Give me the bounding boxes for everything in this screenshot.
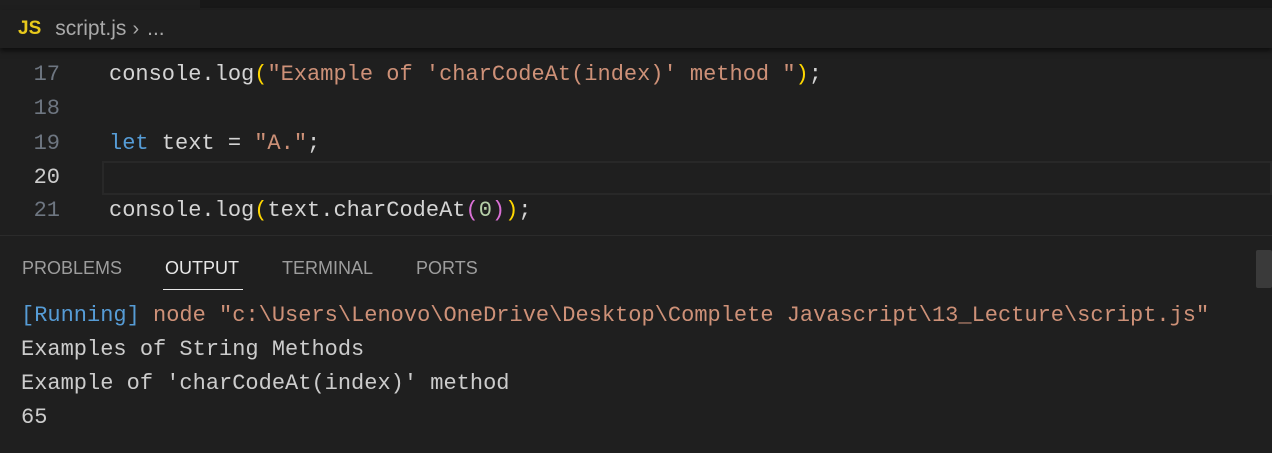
output-line: Example of 'charCodeAt(index)' method — [21, 371, 510, 396]
code-line-current: 20 — [0, 161, 1272, 195]
line-number: 21 — [33, 198, 60, 223]
tab-ports[interactable]: PORTS — [416, 258, 478, 290]
line-number: 18 — [33, 96, 60, 121]
line-number: 19 — [33, 131, 60, 156]
bracket: ) — [795, 62, 809, 87]
javascript-file-icon: JS — [18, 18, 42, 39]
code-line: 21 console.log(text.charCodeAt(0)); — [0, 194, 1272, 228]
panel-tabs: PROBLEMS OUTPUT TERMINAL PORTS — [22, 258, 521, 290]
number-literal: 0 — [478, 198, 492, 223]
bracket: ( — [465, 198, 479, 223]
chevron-right-icon: › — [132, 17, 140, 40]
bracket: ) — [491, 198, 506, 223]
tab-output[interactable]: OUTPUT — [163, 258, 244, 290]
code-line: 17 console.log("Example of 'charCodeAt(i… — [0, 58, 1272, 92]
code-token: ; — [518, 198, 532, 223]
line-number: 17 — [33, 62, 60, 87]
code-token: text = — [148, 131, 255, 156]
editor-tab-strip — [0, 0, 1272, 10]
bracket: ( — [254, 62, 268, 87]
breadcrumb-more[interactable]: ... — [147, 17, 165, 41]
code-token: console.log — [109, 62, 255, 87]
code-line: 19 let text = "A."; — [0, 127, 1272, 161]
bottom-panel: PROBLEMS OUTPUT TERMINAL PORTS [Running]… — [0, 235, 1272, 453]
code-line: 18 — [0, 92, 1272, 126]
tab-bar-empty — [200, 0, 1272, 8]
code-token: ; — [808, 62, 822, 87]
breadcrumb-file[interactable]: script.js — [55, 17, 126, 41]
line-number: 20 — [33, 165, 60, 190]
current-line-highlight — [102, 161, 1272, 195]
run-command: node "c:\Users\Lenovo\OneDrive\Desktop\C… — [139, 303, 1210, 328]
panel-scrollbar[interactable] — [1256, 250, 1272, 288]
bracket: ) — [505, 198, 519, 223]
output-line: Examples of String Methods — [21, 337, 365, 362]
tab-terminal[interactable]: TERMINAL — [282, 258, 373, 290]
tab-problems[interactable]: PROBLEMS — [22, 258, 122, 290]
breadcrumb: JS script.js › ... — [0, 10, 1272, 48]
code-editor[interactable]: 17 console.log("Example of 'charCodeAt(i… — [0, 48, 1272, 234]
code-token: ; — [307, 131, 321, 156]
output-line: 65 — [21, 405, 48, 430]
string-literal: "Example of 'charCodeAt(index)' method " — [267, 62, 796, 87]
string-literal: "A." — [254, 131, 308, 156]
code-token: console.log — [109, 198, 255, 223]
running-tag: [Running] — [21, 303, 140, 328]
bracket: ( — [254, 198, 268, 223]
keyword: let — [109, 131, 149, 156]
code-token: text.charCodeAt — [267, 198, 466, 223]
output-line: [Running] node "c:\Users\Lenovo\OneDrive… — [21, 299, 1209, 333]
